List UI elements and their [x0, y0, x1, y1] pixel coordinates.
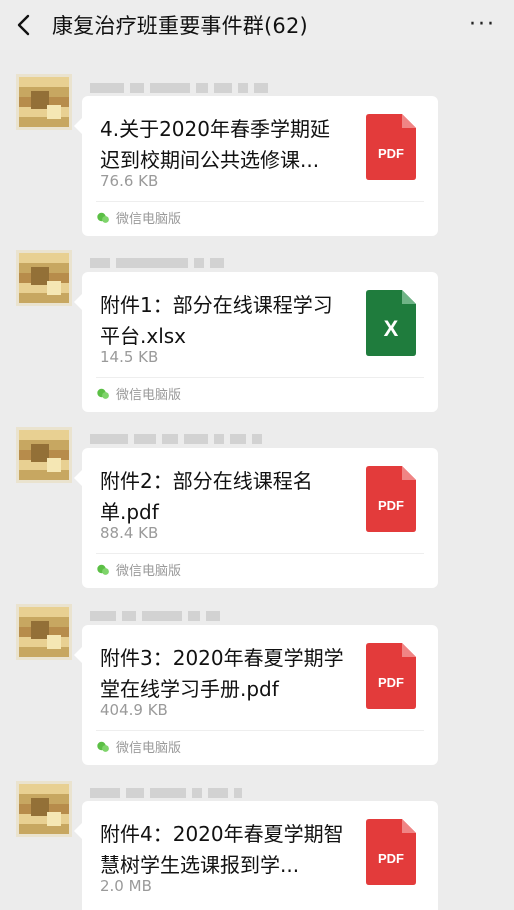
divider [96, 730, 424, 731]
sender-name-blurred [90, 786, 242, 800]
top-bar: 康复治疗班重要事件群(62) ··· [0, 0, 514, 50]
file-icon-label: X [383, 316, 399, 341]
wechat-icon [97, 741, 109, 752]
more-dots-icon[interactable]: ··· [469, 12, 496, 37]
file-message-card[interactable]: 附件1：部分在线课程学习平台.xlsx 14.5 KB X 微信电脑版 [74, 272, 438, 412]
divider [96, 201, 424, 202]
file-size: 76.6 KB [100, 172, 159, 190]
avatar[interactable] [19, 607, 69, 657]
avatar[interactable] [19, 784, 69, 834]
avatar[interactable] [19, 253, 69, 303]
pdf-file-icon: PDF [366, 466, 416, 532]
sender-name-blurred [90, 256, 224, 270]
file-size: 88.4 KB [100, 524, 159, 542]
source-label: 微信电脑版 [96, 737, 181, 756]
chat-title: 康复治疗班重要事件群(62) [52, 14, 308, 38]
file-message-card[interactable]: 附件2：部分在线课程名单.pdf 88.4 KB PDF 微信电脑版 [74, 448, 438, 588]
file-name: 4.关于2020年春季学期延迟到校期间公共选修课... [100, 117, 330, 172]
file-icon-label: PDF [378, 146, 404, 161]
sender-name-blurred [90, 609, 220, 623]
divider [96, 553, 424, 554]
file-size: 404.9 KB [100, 701, 168, 719]
sender-name-blurred [90, 432, 262, 446]
source-text: 微信电脑版 [116, 741, 182, 756]
file-message-card[interactable]: 附件3：2020年春夏学期学堂在线学习手册.pdf 404.9 KB PDF 微… [74, 625, 438, 765]
file-name: 附件4：2020年春夏学期智慧树学生选课报到学... [100, 822, 344, 877]
source-text: 微信电脑版 [116, 388, 182, 403]
source-label: 微信电脑版 [96, 384, 181, 403]
sender-name-blurred [90, 81, 268, 95]
pdf-file-icon: PDF [366, 819, 416, 885]
source-label: 微信电脑版 [96, 560, 181, 579]
avatar[interactable] [19, 77, 69, 127]
file-name: 附件1：部分在线课程学习平台.xlsx [100, 293, 333, 348]
file-name: 附件3：2020年春夏学期学堂在线学习手册.pdf [100, 646, 344, 701]
back-icon[interactable] [14, 13, 36, 37]
pdf-file-icon: PDF [366, 114, 416, 180]
excel-file-icon: X [366, 290, 416, 356]
file-name: 附件2：部分在线课程名单.pdf [100, 469, 313, 524]
file-icon-label: PDF [378, 675, 404, 690]
wechat-icon [97, 564, 109, 575]
wechat-icon [97, 212, 109, 223]
source-text: 微信电脑版 [116, 564, 182, 579]
file-size: 14.5 KB [100, 348, 159, 366]
file-message-card[interactable]: 4.关于2020年春季学期延迟到校期间公共选修课... 76.6 KB PDF … [74, 96, 438, 236]
pdf-file-icon: PDF [366, 643, 416, 709]
source-label: 微信电脑版 [96, 208, 181, 227]
divider [96, 377, 424, 378]
file-size: 2.0 MB [100, 877, 152, 895]
file-icon-label: PDF [378, 851, 404, 866]
avatar[interactable] [19, 430, 69, 480]
file-message-card[interactable]: 附件4：2020年春夏学期智慧树学生选课报到学... 2.0 MB PDF [74, 801, 438, 910]
source-text: 微信电脑版 [116, 212, 182, 227]
wechat-icon [97, 388, 109, 399]
file-icon-label: PDF [378, 498, 404, 513]
